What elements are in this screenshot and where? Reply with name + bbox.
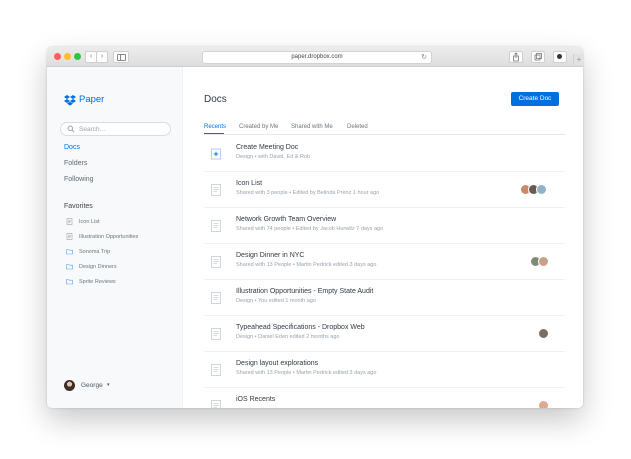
favorites-header: Favorites	[64, 203, 93, 210]
folder-icon	[66, 279, 73, 285]
minimize-window-button[interactable]	[64, 53, 71, 60]
doc-icon	[66, 233, 73, 240]
doc-row-design-layout-explorations[interactable]: Design layout explorations Shared with 1…	[204, 351, 565, 388]
doc-meta: Shared with 3 people • Edited by Belinda…	[236, 190, 380, 196]
doc-title: Icon List	[236, 180, 263, 187]
close-window-button[interactable]	[54, 53, 61, 60]
avatar	[64, 380, 75, 391]
url-text: paper.dropbox.com	[291, 54, 343, 60]
sidebar-item-docs[interactable]: Docs	[64, 144, 80, 151]
sidebar-toggle-icon[interactable]	[113, 51, 129, 63]
browser-toolbar: ‹ › paper.dropbox.com ↻ +	[47, 47, 583, 67]
favorite-label: Illustration Opportunities	[79, 234, 139, 240]
doc-title: Design layout explorations	[236, 360, 319, 367]
search-input[interactable]	[79, 123, 165, 135]
doc-row-design-dinner-nyc[interactable]: Design Dinner in NYC Shared with 13 Peop…	[204, 243, 565, 280]
new-tab-button[interactable]: +	[573, 54, 583, 65]
doc-icon	[211, 292, 221, 304]
doc-row-icon-list[interactable]: Icon List Shared with 3 people • Edited …	[204, 171, 565, 208]
doc-icon	[211, 400, 221, 408]
doc-title: Illustration Opportunities - Empty State…	[236, 288, 374, 295]
favorite-label: Design Dinners	[79, 264, 117, 270]
doc-meta: Design • Daniel Eden edited 2 months ago	[236, 334, 340, 340]
tab-recents[interactable]: Recents	[204, 123, 226, 131]
zoom-window-button[interactable]	[74, 53, 81, 60]
tab-shared-with-me[interactable]: Shared with Me	[291, 123, 333, 131]
address-bar[interactable]: paper.dropbox.com ↻	[202, 51, 432, 64]
browser-window: ‹ › paper.dropbox.com ↻ + Paper Search..…	[47, 47, 583, 408]
folder-icon	[66, 264, 73, 270]
user-name: George	[81, 382, 103, 389]
sidebar-item-following[interactable]: Following	[64, 176, 94, 183]
extension-icon[interactable]	[553, 51, 567, 63]
share-icon[interactable]	[509, 51, 523, 63]
main-content: Docs Create Doc Recents Created by Me Sh…	[183, 67, 583, 408]
doc-title: Design Dinner in NYC	[236, 252, 305, 259]
sidebar: Paper Docs Folders Following Favorites I…	[47, 67, 183, 408]
favorite-label: Sonoma Trip	[79, 249, 111, 255]
tab-bar: Recents Created by Me Shared with Me Del…	[204, 121, 565, 135]
doc-icon	[211, 328, 221, 340]
doc-row-typeahead-specifications[interactable]: Typeahead Specifications - Dropbox Web D…	[204, 315, 565, 352]
doc-row-ios-recents[interactable]: iOS Recents	[204, 387, 565, 408]
doc-row-create-meeting-doc[interactable]: Create Meeting Doc Design • with David, …	[204, 135, 565, 172]
doc-icon	[66, 218, 73, 225]
doc-meta: Design • You edited 1 month ago	[236, 298, 316, 304]
create-doc-button[interactable]: Create Doc	[511, 92, 559, 106]
doc-icon	[211, 256, 221, 268]
avatar[interactable]	[538, 400, 549, 408]
doc-meta: Shared with 74 people • Edited by Jacob …	[236, 226, 384, 232]
doc-title: Create Meeting Doc	[236, 144, 299, 151]
doc-icon	[211, 184, 221, 196]
avatar[interactable]	[536, 184, 547, 195]
sidebar-item-folders[interactable]: Folders	[64, 160, 87, 167]
avatar[interactable]	[538, 328, 549, 339]
page-title: Docs	[204, 94, 227, 105]
doc-title: Typeahead Specifications - Dropbox Web	[236, 324, 365, 331]
doc-title: iOS Recents	[236, 396, 276, 403]
doc-icon	[211, 364, 221, 376]
favorite-label: Sprite Reviews	[79, 279, 116, 285]
tab-created-by-me[interactable]: Created by Me	[239, 123, 278, 131]
doc-meta: Design • with David, Ed & Rob	[236, 154, 311, 160]
dropbox-logo-icon	[64, 95, 76, 106]
doc-list: Create Meeting Doc Design • with David, …	[204, 135, 565, 408]
doc-row-network-growth[interactable]: Network Growth Team Overview Shared with…	[204, 207, 565, 244]
avatar[interactable]	[538, 256, 549, 267]
favorite-label: Icon List	[79, 219, 100, 225]
doc-row-illustration-opportunities[interactable]: Illustration Opportunities - Empty State…	[204, 279, 565, 316]
doc-icon	[211, 220, 221, 232]
forward-icon[interactable]: ›	[96, 51, 108, 63]
active-tab-indicator	[204, 133, 224, 134]
brand-name: Paper	[79, 94, 105, 105]
doc-title: Network Growth Team Overview	[236, 216, 337, 223]
folder-icon	[66, 249, 73, 255]
tab-deleted[interactable]: Deleted	[347, 123, 368, 131]
reload-icon[interactable]: ↻	[421, 52, 427, 63]
chevron-down-icon: ▾	[107, 382, 110, 388]
search-icon	[67, 125, 75, 133]
add-doc-icon	[211, 148, 221, 160]
search-box[interactable]	[60, 122, 171, 136]
doc-meta: Shared with 13 People • Martin Pedrick e…	[236, 370, 377, 376]
tabs-icon[interactable]	[531, 51, 545, 63]
doc-meta: Shared with 13 People • Martin Pedrick e…	[236, 262, 377, 268]
